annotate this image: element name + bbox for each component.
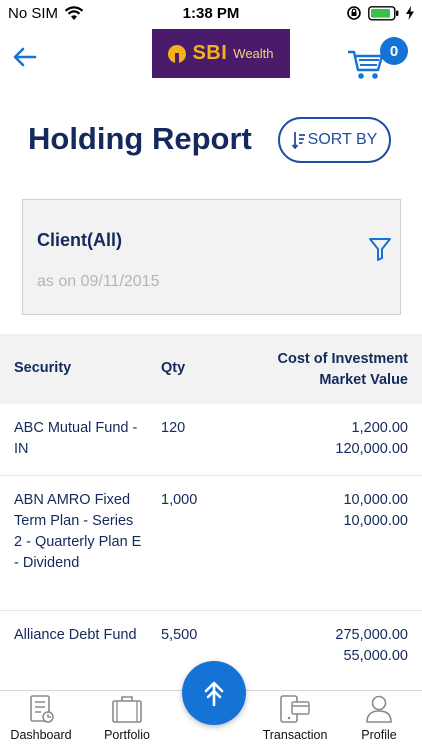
row-security: ABC Mutual Fund - IN [14, 420, 138, 457]
tab-profile-label: Profile [361, 728, 397, 742]
status-bar: No SIM 1:38 PM [0, 0, 422, 28]
table-row[interactable]: ABC Mutual Fund - IN 120 1,200.00 120,00… [0, 404, 422, 476]
row-values: 275,000.00 55,000.00 [335, 625, 408, 667]
page-title: Holding Report [28, 121, 252, 156]
client-title: Client(All) [37, 230, 122, 250]
as-on-date: as on 09/11/2015 [37, 273, 160, 290]
sort-icon [291, 132, 305, 149]
briefcase-icon [112, 696, 142, 723]
sort-by-button[interactable]: SORT BY [278, 117, 391, 163]
row-qty: 120 [161, 420, 186, 436]
row-market: 10,000.00 [343, 513, 408, 529]
dashboard-icon [30, 695, 54, 723]
row-qty: 1,000 [161, 492, 198, 508]
header-market-value: Market Value [319, 372, 408, 388]
double-arrow-up-icon [204, 681, 224, 706]
row-values: 1,200.00 120,000.00 [335, 418, 408, 460]
row-security: Alliance Debt Fund [14, 627, 137, 643]
logo-sub: Wealth [233, 46, 274, 61]
orientation-lock-icon [347, 6, 361, 20]
scroll-top-button[interactable] [182, 661, 246, 725]
holdings-table-header: Security Qty Cost of Investment Market V… [0, 334, 422, 404]
table-row[interactable]: ABN AMRO Fixed Term Plan - Series 2 - Qu… [0, 476, 422, 611]
profile-icon [366, 695, 392, 723]
row-security: ABN AMRO Fixed Term Plan - Series 2 - Qu… [14, 492, 142, 571]
header-cost-of-investment: Cost of Investment [277, 351, 408, 367]
row-market: 120,000.00 [335, 441, 408, 457]
client-filter-card[interactable]: Client(All) as on 09/11/2015 [22, 199, 401, 315]
cart-count-badge: 0 [380, 37, 408, 65]
tab-portfolio-label: Portfolio [104, 728, 150, 742]
header-security: Security [14, 360, 72, 376]
battery-icon [368, 5, 399, 21]
tab-profile[interactable]: Profile [340, 691, 418, 750]
nav-header: SBI Wealth 0 [0, 28, 422, 84]
row-cost: 275,000.00 [335, 627, 408, 643]
row-values: 10,000.00 10,000.00 [343, 490, 408, 532]
tab-dashboard-label: Dashboard [10, 728, 72, 742]
sbi-wealth-logo: SBI Wealth [152, 29, 290, 78]
header-cost-market: Cost of Investment Market Value [277, 349, 408, 391]
filter-icon[interactable] [368, 236, 392, 262]
charging-icon [406, 6, 414, 20]
logo-brand: SBI [192, 42, 228, 64]
back-arrow-icon[interactable] [10, 42, 40, 72]
row-qty: 5,500 [161, 627, 198, 643]
row-cost: 1,200.00 [351, 420, 408, 436]
sort-by-label: SORT BY [307, 131, 378, 148]
header-qty: Qty [161, 360, 186, 376]
row-market: 55,000.00 [343, 648, 408, 664]
sbi-logo-mark [168, 44, 187, 63]
tab-transaction[interactable]: Transaction [256, 691, 334, 750]
transaction-icon [280, 695, 310, 723]
tab-transaction-label: Transaction [262, 728, 328, 742]
tab-portfolio[interactable]: Portfolio [88, 691, 166, 750]
tab-dashboard[interactable]: Dashboard [2, 691, 80, 750]
row-cost: 10,000.00 [343, 492, 408, 508]
status-right [346, 5, 414, 21]
